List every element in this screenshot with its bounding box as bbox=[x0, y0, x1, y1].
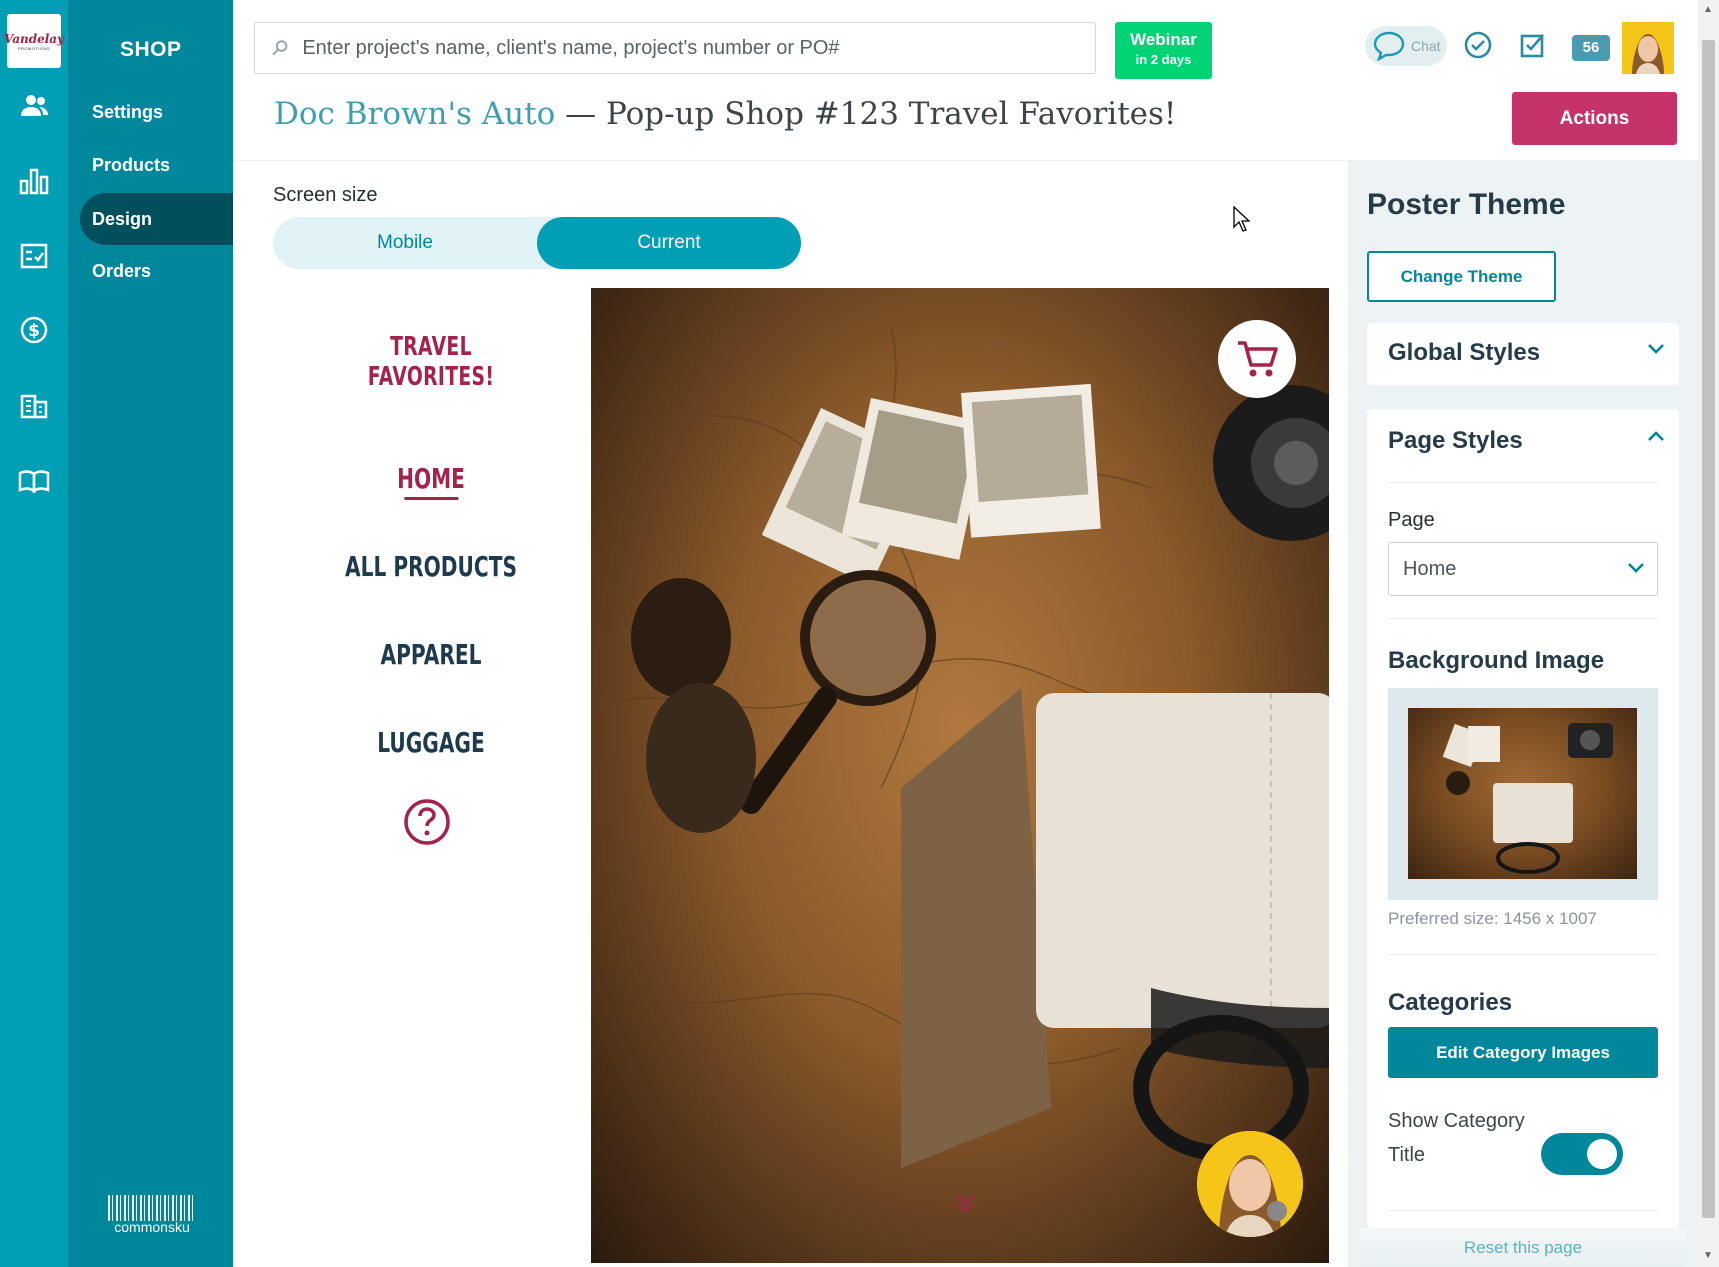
scroll-down-arrow-icon[interactable]: ▼ bbox=[1703, 1250, 1713, 1261]
section-divider bbox=[1388, 1210, 1658, 1211]
section-divider bbox=[1388, 618, 1658, 619]
screen-size-label: Screen size bbox=[273, 184, 378, 206]
scrollbar-thumb[interactable] bbox=[1702, 40, 1715, 1218]
preview-nav-all-products[interactable]: ALL PRODUCTS bbox=[344, 550, 518, 583]
barcode-graphic bbox=[108, 1195, 196, 1221]
search-input[interactable] bbox=[302, 36, 1095, 60]
preferred-size-hint: Preferred size: 1456 x 1007 bbox=[1388, 909, 1597, 928]
page-select-label: Page bbox=[1388, 509, 1435, 531]
page-styles-section: Page Styles Page Home Background Image P… bbox=[1367, 409, 1679, 1228]
chat-label: Chat bbox=[1411, 38, 1441, 54]
shop-name: Pop-up Shop #123 Travel Favorites! bbox=[605, 96, 1177, 132]
help-question-icon[interactable] bbox=[403, 798, 451, 846]
search-icon bbox=[272, 40, 288, 56]
background-image-preview[interactable] bbox=[1388, 688, 1658, 900]
edit-category-images-button[interactable]: Edit Category Images bbox=[1388, 1027, 1658, 1078]
reset-page-link[interactable]: Reset this page bbox=[1360, 1228, 1686, 1267]
scroll-up-arrow-icon[interactable]: ▲ bbox=[1703, 4, 1713, 15]
edit-checklist-icon[interactable] bbox=[1517, 28, 1551, 62]
preview-shop-title: TRAVEL FAVORITES! bbox=[367, 332, 495, 392]
preview-nav-home[interactable]: HOME bbox=[344, 462, 518, 500]
chat-button[interactable]: Chat bbox=[1365, 26, 1447, 66]
logo-subtext: PROMOTIONS bbox=[17, 45, 51, 51]
page-scrollbar[interactable]: ▲ ▼ bbox=[1698, 0, 1719, 1267]
subnav-item-design[interactable]: Design bbox=[80, 193, 233, 245]
book-icon[interactable] bbox=[17, 464, 51, 498]
chevron-up-icon[interactable] bbox=[1647, 430, 1665, 442]
global-styles-section[interactable]: Global Styles bbox=[1367, 323, 1679, 385]
chevron-down-icon bbox=[1628, 563, 1644, 573]
page-title: Doc Brown's Auto — Pop-up Shop #123 Trav… bbox=[274, 96, 1176, 132]
shopping-cart-icon bbox=[1238, 341, 1278, 377]
tasks-check-icon[interactable] bbox=[1461, 28, 1495, 62]
page-styles-heading: Page Styles bbox=[1388, 427, 1523, 454]
screen-size-mobile[interactable]: Mobile bbox=[273, 217, 537, 269]
client-link[interactable]: Doc Brown's Auto bbox=[274, 96, 555, 132]
checklist-icon[interactable] bbox=[17, 239, 51, 273]
notifications-badge[interactable]: 56 bbox=[1572, 35, 1610, 61]
show-category-title-toggle[interactable] bbox=[1541, 1133, 1623, 1175]
svg-text:$: $ bbox=[28, 321, 40, 341]
support-chat-avatar[interactable] bbox=[1197, 1131, 1303, 1237]
global-styles-heading: Global Styles bbox=[1388, 339, 1541, 366]
section-divider bbox=[1388, 954, 1658, 955]
preview-nav-luggage[interactable]: LUGGAGE bbox=[344, 726, 518, 759]
title-separator: — bbox=[555, 96, 606, 132]
commonsku-logo: commonsku bbox=[108, 1195, 196, 1235]
background-image-heading: Background Image bbox=[1388, 647, 1605, 674]
webinar-button[interactable]: Webinar in 2 days bbox=[1115, 22, 1212, 79]
cart-button[interactable] bbox=[1218, 320, 1296, 398]
section-divider bbox=[1388, 482, 1658, 483]
commonsku-logo-text: commonsku bbox=[114, 1219, 190, 1235]
people-icon[interactable] bbox=[17, 89, 51, 123]
panel-title: Poster Theme bbox=[1367, 188, 1566, 221]
page-select[interactable]: Home bbox=[1388, 542, 1658, 596]
screen-size-toggle: Mobile Current bbox=[273, 217, 801, 269]
logo-text: Vandelay bbox=[3, 31, 65, 46]
toggle-knob bbox=[1587, 1139, 1617, 1169]
webinar-when: in 2 days bbox=[1135, 52, 1192, 67]
chat-bubble-icon bbox=[1373, 31, 1405, 61]
page-select-value: Home bbox=[1403, 557, 1457, 580]
change-theme-button[interactable]: Change Theme bbox=[1367, 251, 1556, 302]
preview-background-photo bbox=[591, 288, 1329, 1263]
user-avatar[interactable] bbox=[1622, 22, 1674, 74]
actions-button[interactable]: Actions bbox=[1512, 92, 1677, 145]
subnav-item-settings[interactable]: Settings bbox=[80, 86, 233, 138]
show-category-title-label: Show Category Title bbox=[1388, 1104, 1548, 1172]
show-category-title-line2: Title bbox=[1388, 1144, 1426, 1166]
global-search[interactable] bbox=[254, 22, 1096, 74]
show-category-title-line1: Show Category bbox=[1388, 1110, 1525, 1132]
background-image-thumbnail bbox=[1408, 708, 1637, 879]
subnav-item-orders[interactable]: Orders bbox=[80, 245, 233, 297]
subnav-title: SHOP bbox=[120, 38, 182, 61]
company-logo[interactable]: Vandelay PROMOTIONS bbox=[3, 14, 65, 68]
bar-chart-icon[interactable] bbox=[17, 164, 51, 198]
building-icon[interactable] bbox=[17, 389, 51, 423]
scroll-down-chevron-icon[interactable] bbox=[952, 1190, 978, 1216]
webinar-label: Webinar bbox=[1130, 30, 1197, 49]
dollar-icon[interactable]: $ bbox=[17, 313, 51, 347]
icon-sidebar: Vandelay PROMOTIONS $ bbox=[0, 0, 68, 1267]
mouse-pointer-icon bbox=[1233, 205, 1251, 237]
categories-heading: Categories bbox=[1388, 989, 1513, 1016]
screen-size-current[interactable]: Current bbox=[537, 217, 801, 269]
shop-subnav: SHOP Settings Products Design Orders com… bbox=[68, 0, 233, 1267]
preview-nav-apparel[interactable]: APPAREL bbox=[344, 638, 518, 671]
subnav-item-products[interactable]: Products bbox=[80, 139, 233, 191]
chevron-down-icon[interactable] bbox=[1647, 343, 1665, 355]
